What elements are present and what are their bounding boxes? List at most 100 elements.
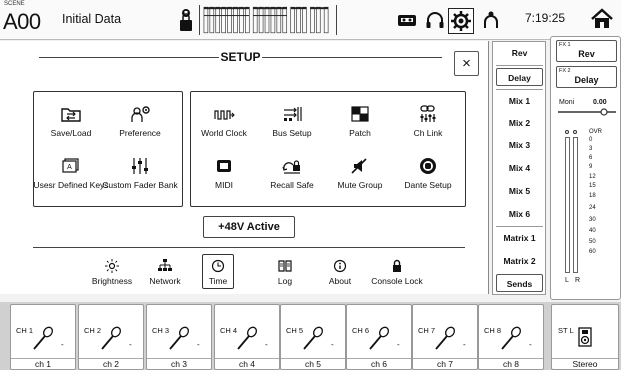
channel-8[interactable]: CH 8 - ch 8 [478,304,544,370]
world-clock-button[interactable]: World Clock [186,105,262,138]
meter-scale-9: 9 [589,164,593,170]
midi-button[interactable]: MIDI [186,157,262,190]
channel-level: - [397,340,400,349]
faders-icon [132,158,148,174]
bus-delay[interactable]: Delay [496,68,543,86]
bus-matrix-1[interactable]: Matrix 1 [496,229,543,247]
close-button[interactable]: × [454,51,479,76]
fx2-name: Delay [574,75,599,85]
file-settings-group: Save/Load Preference A Usesr Defined Key… [33,91,183,207]
user-defined-keys-label: Usesr Defined Keys [33,180,109,190]
microphone-icon [101,326,122,350]
bus-sends[interactable]: Sends [496,274,543,292]
monitor-slider[interactable] [558,108,616,116]
setup-button[interactable] [448,8,474,34]
about-button[interactable]: About [323,259,357,286]
network-icon [158,259,172,271]
ch-link-label: Ch Link [413,128,443,138]
mute-group-button[interactable]: Mute Group [322,157,398,190]
headphones-icon[interactable] [424,10,446,30]
ch-link-button[interactable]: Ch Link [390,105,466,138]
bus-mix-2[interactable]: Mix 2 [496,114,543,132]
fx2-button[interactable]: FX 2 Delay [556,66,617,88]
monitor-value: 0.00 [593,99,607,106]
bus-divider [496,89,543,90]
link-icon [420,105,436,122]
setup-panel: SETUP × Save/Load Preference A Usesr Def… [0,41,489,294]
meter-scale-24: 24 [589,205,596,211]
save-load-button[interactable]: Save/Load [33,105,109,138]
channel-name: ch 5 [281,358,345,369]
meter-scale-0: 0 [589,137,593,143]
stereo-number: ST L [558,326,574,335]
channel-level: - [197,340,200,349]
scene-number[interactable]: A00 [3,9,41,35]
folder-arrows-icon [61,108,81,122]
user-defined-keys-button[interactable]: A Usesr Defined Keys [33,157,109,190]
channel-name: ch 2 [79,358,143,369]
channel-2[interactable]: CH 2 - ch 2 [78,304,144,370]
time-label: Time [208,276,228,286]
key-lock-icon[interactable] [178,7,194,33]
fx1-button[interactable]: FX 1 Rev [556,40,617,62]
stereo-channel[interactable]: ST L Stereo [551,304,619,370]
channel-7[interactable]: CH 7 - ch 7 [412,304,478,370]
top-bar: SCENE A00 Initial Data 7:19:25 [0,0,621,40]
patch-button[interactable]: Patch [322,105,398,138]
meter-scale-18: 18 [589,193,596,199]
bus-mix-4[interactable]: Mix 4 [496,159,543,177]
channel-meter-strip[interactable] [199,5,337,35]
about-label: About [328,276,352,286]
channel-5[interactable]: CH 5 - ch 5 [280,304,346,370]
bus-mix-1[interactable]: Mix 1 [496,92,543,110]
preference-button[interactable]: Preference [102,105,178,138]
meter-scale-50: 50 [589,239,596,245]
channel-3[interactable]: CH 3 - ch 3 [146,304,212,370]
meter-right-label: R [575,277,581,284]
ovr-led-left [565,130,569,134]
scene-name[interactable]: Initial Data [62,12,121,26]
bus-mix-3[interactable]: Mix 3 [496,136,543,154]
recall-safe-button[interactable]: Recall Safe [254,157,330,190]
network-label: Network [149,276,181,286]
fx-meter-panel: FX 1 Rev FX 2 Delay Moni 0.00 OVR 0 3 6 … [550,36,621,300]
channel-name: ch 3 [147,358,211,369]
midi-icon [217,160,231,172]
channel-6[interactable]: CH 6 - ch 6 [346,304,412,370]
log-button[interactable]: Log [270,259,300,286]
close-icon: × [462,55,471,72]
dante-setup-label: Dante Setup [404,180,452,190]
channel-4[interactable]: CH 4 - ch 4 [214,304,280,370]
phantom-power-button[interactable]: +48V Active [203,216,295,238]
channel-name: ch 8 [479,358,543,369]
bus-setup-button[interactable]: Bus Setup [254,105,330,138]
dante-setup-button[interactable]: Dante Setup [390,157,466,190]
user-icon[interactable] [480,10,502,30]
fx1-name: Rev [578,49,595,59]
meter-scale-30: 30 [589,217,596,223]
custom-fader-bank-button[interactable]: Custom Fader Bank [102,157,178,190]
monitor-label: Moni [559,99,575,106]
meter-scale-ovr: OVR [589,129,603,135]
time-button[interactable]: Time [202,254,234,289]
bus-matrix-2[interactable]: Matrix 2 [496,252,543,270]
microphone-icon [435,326,456,350]
scene-label: SCENE [4,1,25,7]
console-lock-button[interactable]: Console Lock [364,259,430,286]
recorder-icon[interactable] [396,10,418,30]
channel-1[interactable]: CH 1 - ch 1 [10,304,76,370]
brightness-button[interactable]: Brightness [87,259,137,286]
channel-level: - [529,340,532,349]
mute-group-label: Mute Group [337,180,383,190]
microphone-icon [501,326,522,350]
padlock-icon [393,259,401,272]
network-button[interactable]: Network [143,259,187,286]
microphone-icon [33,326,54,350]
bus-mix-5[interactable]: Mix 5 [496,182,543,200]
home-icon[interactable] [589,6,615,32]
channel-name: ch 7 [413,358,477,369]
bus-mix-6[interactable]: Mix 6 [496,205,543,223]
fx1-label: FX 1 [559,42,571,48]
person-gear-icon [131,106,150,122]
bus-rev[interactable]: Rev [496,44,543,62]
